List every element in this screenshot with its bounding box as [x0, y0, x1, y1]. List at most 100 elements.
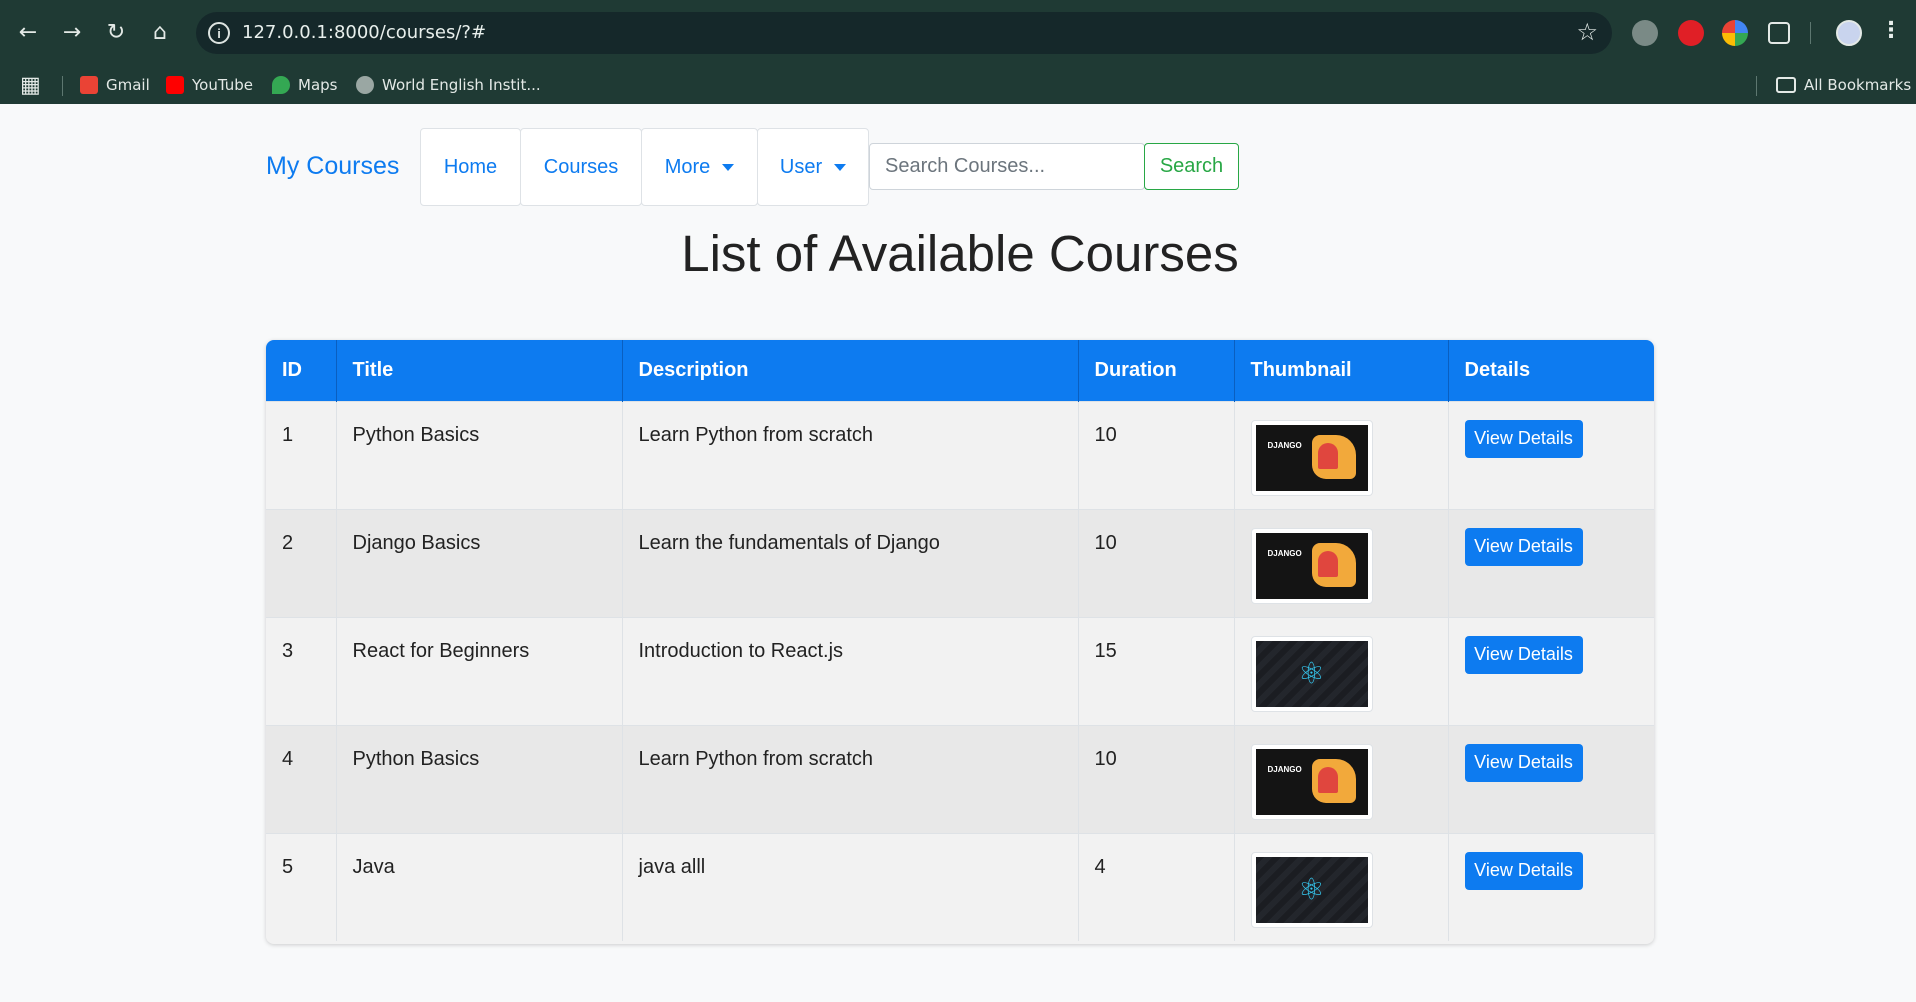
maps-icon	[272, 76, 290, 94]
all-bookmarks[interactable]: All Bookmarks	[1776, 66, 1911, 104]
nav-home-label: Home	[443, 155, 498, 178]
home-icon[interactable]: ⌂	[142, 14, 178, 50]
search-input[interactable]	[869, 143, 1145, 190]
header-id: ID	[266, 340, 337, 401]
color-extension-icon[interactable]	[1722, 20, 1748, 46]
reload-icon[interactable]: ↻	[98, 14, 134, 50]
cell-details: View Details	[1448, 832, 1654, 941]
adblock-extension-icon[interactable]	[1678, 20, 1704, 46]
thumbnail-caption: DJANGO	[1267, 440, 1302, 450]
cell-thumbnail: DJANGO	[1234, 508, 1449, 617]
header-duration: Duration	[1078, 340, 1235, 401]
react-atom-icon: ⚛	[1298, 656, 1325, 691]
bookmarks-divider	[62, 76, 63, 96]
nav-more-label: More	[664, 155, 711, 178]
search-button[interactable]: Search	[1144, 143, 1239, 190]
cell-details: View Details	[1448, 400, 1654, 509]
table-header-row: ID Title Description Duration Thumbnail …	[266, 340, 1654, 401]
cell-duration: 15	[1078, 616, 1235, 725]
nav-courses-label: Courses	[543, 155, 619, 178]
cell-title: Java	[336, 832, 623, 941]
django-thumbnail: DJANGO	[1250, 527, 1373, 604]
back-arrow-icon[interactable]: ←	[10, 14, 46, 50]
folder-icon	[1776, 77, 1796, 93]
nav-user-dropdown[interactable]: User	[757, 128, 869, 206]
bookmark-world-english[interactable]: World English Instit...	[356, 66, 541, 104]
search-button-label: Search	[1159, 155, 1224, 177]
bookmark-label: Gmail	[106, 76, 150, 94]
site-info-icon[interactable]: i	[208, 22, 230, 44]
thumbnail-caption: DJANGO	[1267, 548, 1302, 558]
cell-id: 1	[266, 400, 337, 509]
react-thumbnail: ⚛	[1250, 851, 1373, 928]
bookmark-gmail[interactable]: Gmail	[80, 66, 150, 104]
cell-id: 2	[266, 508, 337, 617]
thumbnail-caption: DJANGO	[1267, 764, 1302, 774]
page-title: List of Available Courses	[681, 225, 1239, 282]
bookmark-maps[interactable]: Maps	[272, 66, 337, 104]
nav-more-dropdown[interactable]: More	[641, 128, 758, 206]
cell-thumbnail: DJANGO	[1234, 400, 1449, 509]
table-row: 1 Python Basics Learn Python from scratc…	[266, 400, 1654, 509]
cell-description: Learn Python from scratch	[622, 724, 1079, 833]
cell-title: Django Basics	[336, 508, 623, 617]
navbar-brand[interactable]: My Courses	[266, 152, 399, 181]
nav-home[interactable]: Home	[420, 128, 521, 206]
view-details-button[interactable]: View Details	[1464, 419, 1583, 458]
robot-extension-icon[interactable]	[1632, 20, 1658, 46]
cell-title: Python Basics	[336, 400, 623, 509]
cell-description: Learn Python from scratch	[622, 400, 1079, 509]
cell-description: Learn the fundamentals of Django	[622, 508, 1079, 617]
django-thumbnail: DJANGO	[1250, 419, 1373, 496]
gmail-icon	[80, 76, 98, 94]
nav-user-label: User	[779, 155, 823, 178]
extensions-puzzle-icon[interactable]	[1768, 22, 1790, 44]
address-url[interactable]: 127.0.0.1:8000/courses/?#	[242, 22, 486, 43]
cell-duration: 10	[1078, 724, 1235, 833]
cell-title: Python Basics	[336, 724, 623, 833]
browser-menu-icon[interactable]: ⋮	[1880, 18, 1902, 43]
cell-thumbnail: DJANGO	[1234, 724, 1449, 833]
table-row: 3 React for Beginners Introduction to Re…	[266, 616, 1654, 725]
header-thumbnail: Thumbnail	[1234, 340, 1449, 401]
cell-title: React for Beginners	[336, 616, 623, 725]
courses-table: ID Title Description Duration Thumbnail …	[266, 340, 1654, 944]
apps-grid-icon[interactable]: ▦	[20, 66, 41, 104]
view-details-button[interactable]: View Details	[1464, 635, 1583, 674]
cell-duration: 10	[1078, 400, 1235, 509]
caret-down-icon	[722, 163, 735, 171]
header-title: Title	[336, 340, 623, 401]
page-content: My Courses Home Courses More User Search…	[0, 104, 1916, 1002]
youtube-icon	[166, 76, 184, 94]
cell-id: 3	[266, 616, 337, 725]
table-row: 4 Python Basics Learn Python from scratc…	[266, 724, 1654, 833]
cell-duration: 4	[1078, 832, 1235, 941]
cell-description: Introduction to React.js	[622, 616, 1079, 725]
table-row: 5 Java java alll 4 ⚛ View Details	[266, 832, 1654, 941]
bookmark-label: YouTube	[192, 76, 253, 94]
browser-toolbar: ← → ↻ ⌂ i 127.0.0.1:8000/courses/?# ☆ ⋮	[0, 0, 1916, 66]
caret-down-icon	[834, 163, 847, 171]
profile-avatar[interactable]	[1836, 20, 1862, 46]
view-details-button[interactable]: View Details	[1464, 743, 1583, 782]
view-details-button[interactable]: View Details	[1464, 851, 1583, 890]
nav-courses[interactable]: Courses	[520, 128, 642, 206]
cell-duration: 10	[1078, 508, 1235, 617]
cell-thumbnail: ⚛	[1234, 832, 1449, 941]
react-atom-icon: ⚛	[1298, 872, 1325, 907]
header-details: Details	[1448, 340, 1654, 401]
cell-details: View Details	[1448, 616, 1654, 725]
view-details-button[interactable]: View Details	[1464, 527, 1583, 566]
django-thumbnail: DJANGO	[1250, 743, 1373, 820]
globe-icon	[356, 76, 374, 94]
cell-id: 5	[266, 832, 337, 941]
bookmark-youtube[interactable]: YouTube	[166, 66, 253, 104]
cell-description: java alll	[622, 832, 1079, 941]
address-bar[interactable]: i 127.0.0.1:8000/courses/?# ☆	[196, 12, 1612, 54]
cell-details: View Details	[1448, 724, 1654, 833]
react-thumbnail: ⚛	[1250, 635, 1373, 712]
forward-arrow-icon[interactable]: →	[54, 14, 90, 50]
bookmark-star-icon[interactable]: ☆	[1576, 18, 1598, 46]
bookmark-label: Maps	[298, 76, 338, 94]
cell-thumbnail: ⚛	[1234, 616, 1449, 725]
